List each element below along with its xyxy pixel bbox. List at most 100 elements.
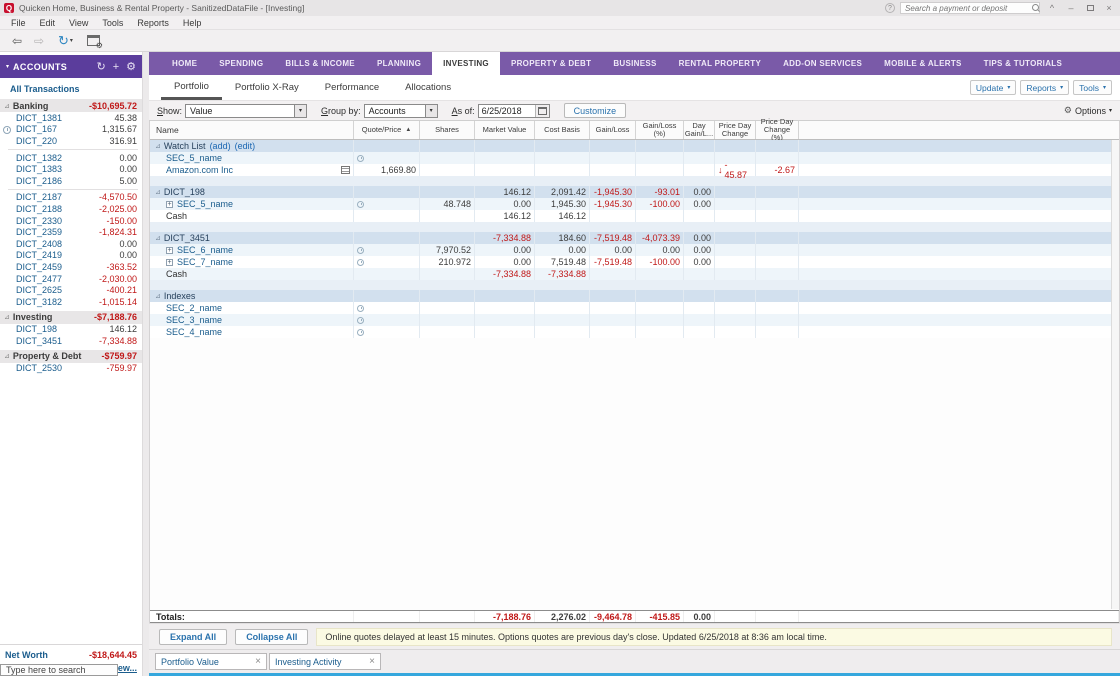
sidebar-account-dict_167[interactable]: DICT_1671,315.67 xyxy=(0,124,142,136)
update-settings-icon[interactable] xyxy=(87,35,100,46)
column-header-day[interactable]: Day Gain/L... xyxy=(684,121,715,139)
tab-mobile-alerts[interactable]: MOBILE & ALERTS xyxy=(873,52,973,75)
collapse-all-button[interactable]: Collapse All xyxy=(235,629,308,645)
sidebar-account-dict_1381[interactable]: DICT_138145.38 xyxy=(0,112,142,124)
section-row-watch-list[interactable]: ⊿Watch List(add)(edit) xyxy=(150,140,1119,152)
sidebar-account-dict_2187[interactable]: DICT_2187-4,570.50 xyxy=(0,192,142,204)
search-input[interactable] xyxy=(900,2,1040,14)
expand-icon[interactable]: + xyxy=(166,201,173,208)
table-row-sec-2-name[interactable]: SEC_2_name xyxy=(150,302,1119,314)
table-row-amazon-com-inc[interactable]: Amazon.com Inc1,669.80↓- 45.87-2.67 xyxy=(150,164,1119,176)
group-by-select[interactable]: Accounts ▾ xyxy=(364,104,438,118)
subtab-performance[interactable]: Performance xyxy=(312,75,392,100)
expand-icon[interactable]: + xyxy=(166,247,173,254)
column-header-name[interactable]: Name xyxy=(150,121,354,139)
collapse-icon[interactable]: ⊿ xyxy=(155,292,161,300)
sidebar-account-dict_2188[interactable]: DICT_2188-2,025.00 xyxy=(0,203,142,215)
close-icon[interactable]: × xyxy=(1102,2,1116,14)
sidebar-account-dict_3182[interactable]: DICT_3182-1,015.14 xyxy=(0,296,142,308)
tab-property-debt[interactable]: PROPERTY & DEBT xyxy=(500,52,602,75)
column-header-mv[interactable]: Market Value xyxy=(475,121,535,139)
section-row-indexes[interactable]: ⊿Indexes xyxy=(150,290,1119,302)
reports-button[interactable]: Reports▾ xyxy=(1020,80,1069,95)
column-header-glp[interactable]: Gain/Loss (%) xyxy=(636,121,684,139)
add-account-icon[interactable]: + xyxy=(113,61,119,73)
close-icon[interactable]: × xyxy=(369,656,375,667)
tab-bills-income[interactable]: BILLS & INCOME xyxy=(274,52,366,75)
edit-link[interactable]: (edit) xyxy=(235,141,256,151)
accounts-header[interactable]: ▾ ACCOUNTS ↻ + ⚙ xyxy=(0,55,142,78)
subtab-portfolio-x-ray[interactable]: Portfolio X-Ray xyxy=(222,75,312,100)
table-row-cash[interactable]: Cash146.12146.12 xyxy=(150,210,1119,222)
row-name[interactable]: Amazon.com Inc xyxy=(166,165,233,175)
customize-button[interactable]: Customize xyxy=(564,103,627,118)
collapse-icon[interactable]: ⊿ xyxy=(155,142,161,150)
row-name[interactable]: SEC_4_name xyxy=(166,327,222,337)
row-name[interactable]: SEC_3_name xyxy=(166,315,222,325)
tools-button[interactable]: Tools▾ xyxy=(1073,80,1112,95)
vertical-scrollbar[interactable] xyxy=(1111,140,1119,609)
refresh-icon[interactable]: ↻ xyxy=(96,60,105,73)
menu-item-file[interactable]: File xyxy=(4,18,33,28)
chevron-up-icon[interactable]: ^ xyxy=(1045,2,1059,14)
sidebar-account-dict_2419[interactable]: DICT_24190.00 xyxy=(0,250,142,262)
account-group-investing[interactable]: ⊿Investing-$7,188.76 xyxy=(0,311,142,324)
table-row-sec-7-name[interactable]: +SEC_7_name210.9720.007,519.48-7,519.48-… xyxy=(150,256,1119,268)
bottom-tab-portfolio-value[interactable]: Portfolio Value× xyxy=(155,653,267,670)
one-step-update-button[interactable]: ↻▾ xyxy=(58,33,73,49)
table-row-sec-5-name[interactable]: SEC_5_name xyxy=(150,152,1119,164)
table-row-sec-6-name[interactable]: +SEC_6_name7,970.520.000.000.000.000.00 xyxy=(150,244,1119,256)
column-header-quote[interactable]: Quote/Price▲ xyxy=(354,121,420,139)
tab-spending[interactable]: SPENDING xyxy=(208,52,274,75)
sidebar-account-dict_2186[interactable]: DICT_21865.00 xyxy=(0,175,142,187)
menu-item-view[interactable]: View xyxy=(62,18,95,28)
subtab-allocations[interactable]: Allocations xyxy=(392,75,464,100)
menu-item-tools[interactable]: Tools xyxy=(95,18,130,28)
sidebar-account-dict_1383[interactable]: DICT_13830.00 xyxy=(0,163,142,175)
close-icon[interactable]: × xyxy=(255,656,261,667)
sidebar-account-dict_2459[interactable]: DICT_2459-363.52 xyxy=(0,261,142,273)
collapse-icon[interactable]: ⊿ xyxy=(155,234,161,242)
subtab-portfolio[interactable]: Portfolio xyxy=(161,75,222,100)
options-button[interactable]: ⚙ Options ▾ xyxy=(1064,105,1112,116)
table-row-sec-3-name[interactable]: SEC_3_name xyxy=(150,314,1119,326)
tab-tips-tutorials[interactable]: TIPS & TUTORIALS xyxy=(973,52,1073,75)
sidebar-account-dict_2359[interactable]: DICT_2359-1,824.31 xyxy=(0,226,142,238)
help-icon[interactable]: ? xyxy=(885,3,895,13)
calendar-icon[interactable] xyxy=(535,105,549,117)
row-name[interactable]: SEC_5_name xyxy=(177,199,233,209)
sidebar-account-dict_198[interactable]: DICT_198146.12 xyxy=(0,324,142,336)
table-row-cash[interactable]: Cash-7,334.88-7,334.88 xyxy=(150,268,1119,280)
gear-icon[interactable]: ⚙ xyxy=(126,60,136,73)
row-name[interactable]: SEC_2_name xyxy=(166,303,222,313)
menu-item-help[interactable]: Help xyxy=(176,18,209,28)
section-row-dict-198[interactable]: ⊿DICT_198146.122,091.42-1,945.30-93.010.… xyxy=(150,186,1119,198)
add-link[interactable]: (add) xyxy=(210,141,231,151)
account-group-property-debt[interactable]: ⊿Property & Debt-$759.97 xyxy=(0,350,142,363)
tab-planning[interactable]: PLANNING xyxy=(366,52,432,75)
tab-business[interactable]: BUSINESS xyxy=(602,52,667,75)
restore-icon[interactable] xyxy=(1083,2,1097,14)
row-name[interactable]: SEC_6_name xyxy=(177,245,233,255)
sidebar-account-dict_2530[interactable]: DICT_2530-759.97 xyxy=(0,363,142,375)
tab-rental-property[interactable]: RENTAL PROPERTY xyxy=(668,52,772,75)
update-button[interactable]: Update▾ xyxy=(970,80,1016,95)
tab-investing[interactable]: INVESTING xyxy=(432,52,500,75)
row-name[interactable]: SEC_5_name xyxy=(166,153,222,163)
menu-item-edit[interactable]: Edit xyxy=(33,18,63,28)
minimize-icon[interactable]: – xyxy=(1064,2,1078,14)
forward-icon[interactable]: ⇨ xyxy=(30,34,48,48)
column-header-pdcp[interactable]: Price Day Change (%) xyxy=(756,121,799,139)
menu-item-reports[interactable]: Reports xyxy=(130,18,176,28)
column-header-shares[interactable]: Shares xyxy=(420,121,475,139)
collapse-icon[interactable]: ⊿ xyxy=(155,188,161,196)
table-row-sec-4-name[interactable]: SEC_4_name xyxy=(150,326,1119,338)
sidebar-account-dict_3451[interactable]: DICT_3451-7,334.88 xyxy=(0,335,142,347)
tab-home[interactable]: HOME xyxy=(161,52,208,75)
section-row-dict-3451[interactable]: ⊿DICT_3451-7,334.88184.60-7,519.48-4,073… xyxy=(150,232,1119,244)
column-header-gl[interactable]: Gain/Loss xyxy=(590,121,636,139)
sidebar-account-dict_2477[interactable]: DICT_2477-2,030.00 xyxy=(0,273,142,285)
column-header-pdc[interactable]: Price Day Change xyxy=(715,121,756,139)
sidebar-account-dict_2408[interactable]: DICT_24080.00 xyxy=(0,238,142,250)
table-row-sec-5-name[interactable]: +SEC_5_name48.7480.001,945.30-1,945.30-1… xyxy=(150,198,1119,210)
